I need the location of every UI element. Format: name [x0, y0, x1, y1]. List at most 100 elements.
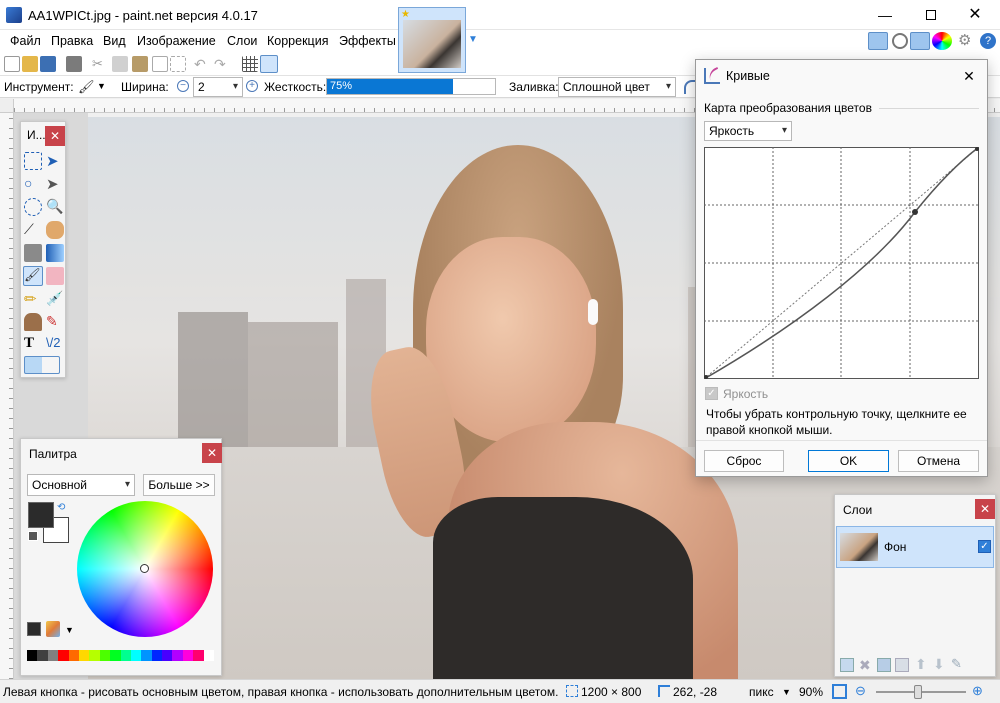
lasso-select-icon[interactable]: ○: [24, 175, 42, 193]
menu-adjustments[interactable]: Коррекция: [267, 34, 328, 48]
palette-more-button[interactable]: Больше >>: [143, 474, 215, 496]
palette-swatch[interactable]: [37, 650, 48, 661]
width-select[interactable]: 2 ▾: [193, 77, 243, 97]
add-layer-icon[interactable]: [840, 658, 854, 672]
eraser-icon[interactable]: [46, 267, 64, 285]
move-selected-icon[interactable]: ➤: [46, 152, 64, 170]
maximize-button[interactable]: [918, 4, 944, 26]
move-selection-icon[interactable]: ➤: [46, 175, 64, 193]
palette-close-button[interactable]: ✕: [202, 443, 222, 463]
delete-layer-icon[interactable]: ✖: [859, 657, 871, 674]
shapes-icon[interactable]: [24, 356, 60, 374]
width-decrease-button[interactable]: −: [177, 80, 189, 92]
units-dropdown-icon[interactable]: ▼: [782, 687, 791, 697]
palette-dropdown-icon[interactable]: ▼: [65, 625, 74, 635]
reset-colors-icon[interactable]: [28, 531, 38, 541]
palette-swatch[interactable]: [27, 650, 38, 661]
zoom-slider[interactable]: [876, 685, 966, 699]
palette-swatch[interactable]: [78, 650, 90, 661]
paste-icon[interactable]: [132, 56, 148, 72]
palette-swatch[interactable]: [89, 650, 100, 661]
open-folder-icon[interactable]: [22, 56, 38, 72]
palette-swatch[interactable]: [58, 650, 69, 661]
color-picker-icon[interactable]: 💉: [46, 290, 64, 308]
fill-select[interactable]: Сплошной цвет ▾: [558, 77, 676, 97]
settings-gear-icon[interactable]: ⚙: [958, 33, 974, 49]
tools-panel-close-button[interactable]: ✕: [45, 126, 65, 146]
primary-color-swatch[interactable]: [28, 502, 54, 528]
menu-file[interactable]: Файл: [10, 34, 41, 48]
curves-mode-select[interactable]: Яркость ▾: [704, 121, 792, 141]
crop-icon[interactable]: [152, 56, 168, 72]
palette-swatch[interactable]: [47, 650, 59, 661]
close-window-button[interactable]: ✕: [962, 4, 988, 26]
control-point[interactable]: [975, 147, 979, 151]
palette-swatch[interactable]: [182, 650, 194, 661]
width-increase-button[interactable]: +: [246, 80, 258, 92]
new-file-icon[interactable]: [4, 56, 20, 72]
layers-toggle-icon[interactable]: [910, 32, 930, 50]
rulers-icon[interactable]: [260, 55, 278, 73]
ellipse-select-icon[interactable]: [24, 198, 42, 216]
recolor-icon[interactable]: ✎: [46, 313, 64, 331]
text-icon[interactable]: T: [24, 335, 42, 353]
curves-graph[interactable]: [704, 147, 979, 379]
move-layer-up-icon[interactable]: ⬆: [915, 656, 927, 673]
minimize-button[interactable]: —: [872, 4, 898, 26]
magic-wand-icon[interactable]: ⟋: [24, 221, 42, 239]
print-icon[interactable]: [66, 56, 82, 72]
zoom-out-icon[interactable]: ⊖: [855, 683, 866, 699]
history-toggle-icon[interactable]: [892, 33, 908, 49]
control-point[interactable]: [912, 209, 918, 215]
zoom-icon[interactable]: 🔍: [46, 198, 64, 216]
rectangle-select-icon[interactable]: [24, 152, 42, 170]
menu-layers[interactable]: Слои: [227, 34, 257, 48]
zoom-in-icon[interactable]: ⊕: [972, 683, 983, 699]
palette-swatch[interactable]: [68, 650, 79, 661]
menu-view[interactable]: Вид: [103, 34, 126, 48]
merge-layer-icon[interactable]: [895, 658, 909, 672]
control-point[interactable]: [704, 375, 708, 379]
tools-toggle-icon[interactable]: [868, 32, 888, 50]
menu-edit[interactable]: Правка: [51, 34, 93, 48]
zoom-fit-icon[interactable]: [832, 684, 847, 699]
palette-swatch[interactable]: [130, 650, 142, 661]
help-icon[interactable]: ?: [980, 33, 996, 49]
redo-icon[interactable]: ↷: [214, 56, 230, 72]
pan-hand-icon[interactable]: [46, 221, 64, 239]
cut-icon[interactable]: ✂: [92, 56, 108, 72]
curves-cancel-button[interactable]: Отмена: [898, 450, 979, 472]
palette-swatch[interactable]: [110, 650, 121, 661]
swap-colors-icon[interactable]: ⟲: [57, 502, 65, 513]
move-layer-down-icon[interactable]: ⬇: [933, 656, 945, 673]
layer-visibility-checkbox[interactable]: ✓: [978, 540, 991, 553]
copy-icon[interactable]: [112, 56, 128, 72]
zoom-slider-thumb[interactable]: [914, 685, 922, 699]
palette-menu-icon[interactable]: [46, 621, 60, 637]
image-tab-thumbnail[interactable]: ★: [398, 7, 466, 73]
palette-swatch[interactable]: [193, 650, 204, 661]
palette-swatch[interactable]: [151, 650, 163, 661]
palette-swatch[interactable]: [141, 650, 152, 661]
layer-properties-icon[interactable]: ✎: [951, 656, 962, 672]
curves-close-button[interactable]: ✕: [958, 66, 980, 86]
pencil-icon[interactable]: ✏: [24, 290, 42, 308]
add-color-icon[interactable]: [27, 622, 41, 636]
luminosity-checkbox[interactable]: ✓: [705, 387, 718, 400]
tool-dropdown-icon[interactable]: ▼: [97, 81, 106, 91]
tab-dropdown-icon[interactable]: ▼: [468, 34, 478, 45]
gradient-icon[interactable]: [46, 244, 64, 262]
palette-swatch[interactable]: [99, 650, 111, 661]
paintbrush-icon[interactable]: 🖌: [23, 266, 43, 286]
duplicate-layer-icon[interactable]: [877, 658, 891, 672]
curves-ok-button[interactable]: OK: [808, 450, 889, 472]
grid-icon[interactable]: [242, 56, 258, 72]
clone-stamp-icon[interactable]: [24, 313, 42, 331]
line-curve-icon[interactable]: \/2: [46, 335, 64, 353]
layers-close-button[interactable]: ✕: [975, 499, 995, 519]
save-icon[interactable]: [40, 56, 56, 72]
brush-tool-icon[interactable]: 🖌: [78, 79, 95, 95]
palette-mode-select[interactable]: Основной ▾: [27, 474, 135, 496]
palette-swatch[interactable]: [120, 650, 131, 661]
colors-toggle-icon[interactable]: [932, 32, 952, 50]
